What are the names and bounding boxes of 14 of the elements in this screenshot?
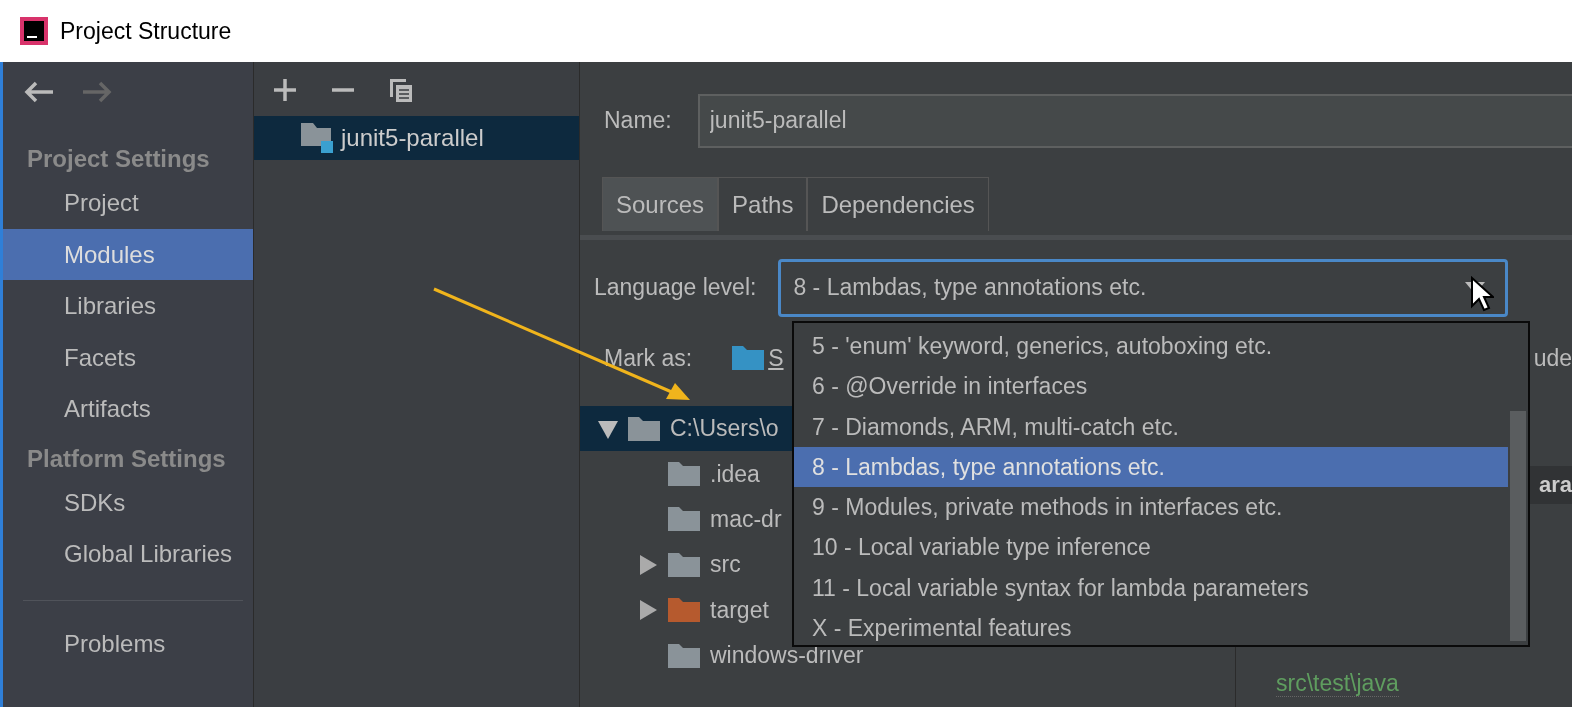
section-heading: Project Settings (26, 144, 211, 174)
tree-label: C:\Users\o (670, 415, 779, 443)
mark-as-label: Mark as: (604, 344, 693, 372)
section-heading: Platform Settings (26, 443, 227, 474)
window-title: Project Structure (60, 17, 232, 45)
tree-label: src (710, 551, 741, 579)
tree-label: target (710, 596, 769, 624)
language-level-label: Language level: (594, 274, 757, 301)
folder-path: src\test\java (1276, 670, 1399, 697)
panel-heading: ara (1538, 472, 1572, 498)
tree-label: windows-driver (710, 642, 864, 670)
name-label: Name: (604, 107, 672, 134)
tree-label: .idea (710, 460, 760, 488)
tree-label: mac-dr (710, 505, 782, 533)
